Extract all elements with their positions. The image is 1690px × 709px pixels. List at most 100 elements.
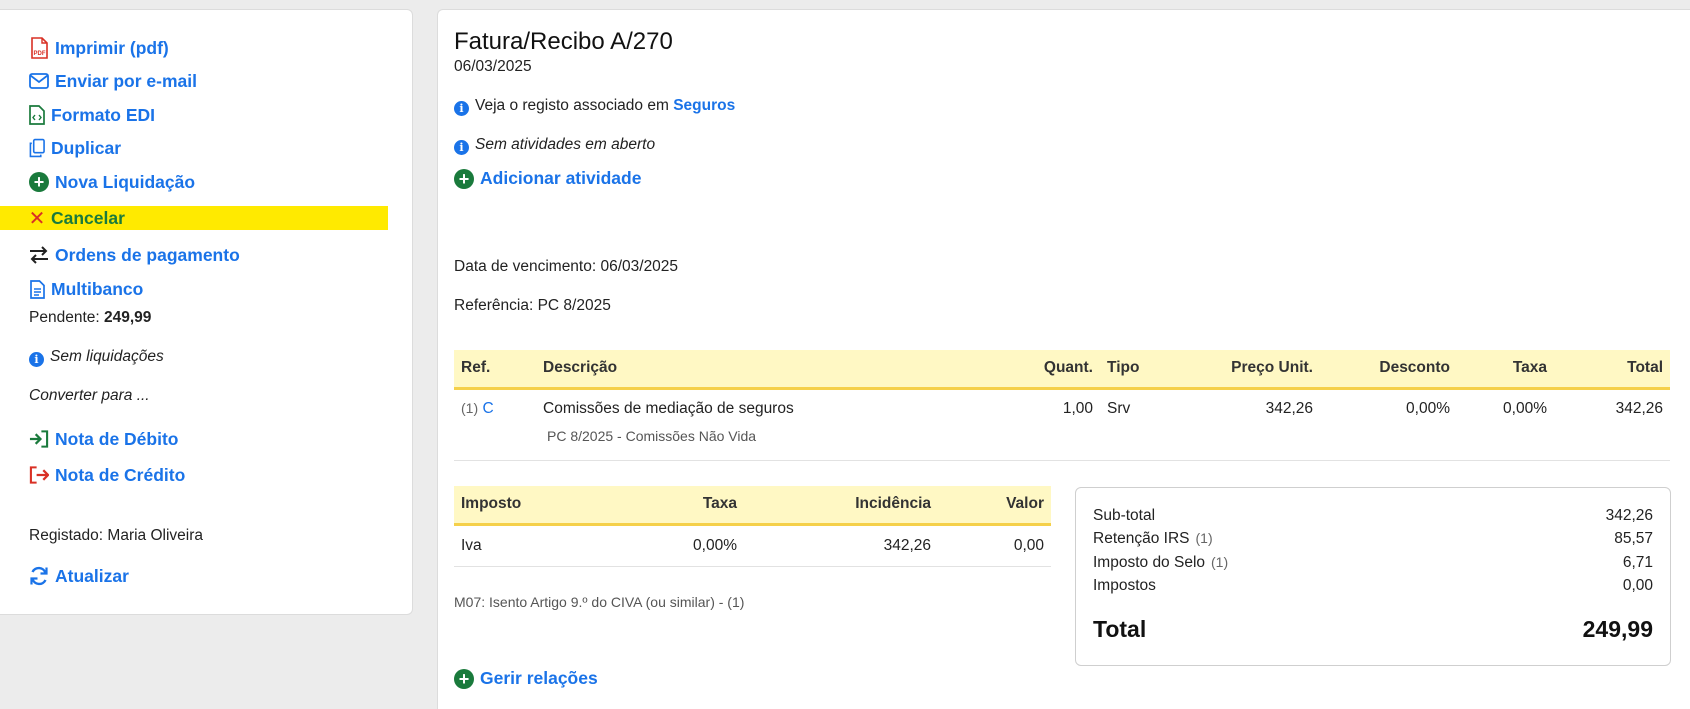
reference: Referência: PC 8/2025 (454, 297, 611, 314)
pdf-file-icon: PDF (29, 37, 49, 59)
tax-table: Imposto Taxa Incidência Valor Iva 0,00% … (454, 486, 1051, 567)
edi-format-label: Formato EDI (51, 104, 156, 125)
svg-text:PDF: PDF (34, 51, 46, 57)
no-settlements-note: i Sem liquidações (29, 348, 164, 367)
item-unit-price: 342,26 (1265, 399, 1313, 417)
duplicate-label: Duplicar (51, 137, 122, 158)
new-settlement-link[interactable]: + Nova Liquidação (29, 170, 195, 194)
no-activities-text: Sem atividades em aberto (475, 136, 656, 153)
debit-note-link[interactable]: Nota de Débito (29, 427, 178, 451)
col-discount: Desconto (1320, 350, 1457, 390)
due-date: Data de vencimento: 06/03/2025 (454, 258, 679, 275)
document-icon (29, 278, 45, 300)
cancel-link[interactable]: ✕ Cancelar (29, 206, 125, 230)
tax-exemption-note: M07: Isento Artigo 9.º do CIVA (ou simil… (454, 594, 745, 610)
plus-circle-icon: + (454, 168, 474, 189)
col-tax-base: Incidência (744, 486, 938, 526)
totals-box: Sub-total 342,26 Retenção IRS (1) 85,57 I… (1075, 487, 1671, 666)
document-date: 06/03/2025 (454, 58, 532, 75)
stamp-duty-row: Imposto do Selo (1) 6,71 (1093, 551, 1653, 575)
add-activity-link[interactable]: + Adicionar atividade (454, 168, 641, 189)
swap-arrows-icon (29, 244, 49, 266)
item-type: Srv (1107, 399, 1131, 417)
col-qty: Quant. (1016, 350, 1100, 390)
payment-orders-label: Ordens de pagamento (55, 244, 240, 265)
document-title: Fatura/Recibo A/270 (454, 28, 673, 55)
refresh-label: Atualizar (55, 565, 129, 586)
table-row: Iva 0,00% 342,26 0,00 (454, 524, 1051, 567)
tax-value: 0,00 (938, 524, 1051, 567)
col-tax-value: Valor (938, 486, 1051, 526)
irs-ref: (1) (1195, 530, 1213, 547)
item-description: Comissões de mediação de seguros (543, 399, 794, 417)
item-rate: 0,00% (1503, 399, 1547, 417)
col-total: Total (1554, 350, 1670, 390)
manage-relations-link[interactable]: + Gerir relações (454, 668, 598, 689)
print-pdf-link[interactable]: PDF Imprimir (pdf) (29, 36, 169, 60)
info-icon: i (454, 101, 469, 116)
col-unit-price: Preço Unit. (1190, 350, 1320, 390)
tax-name: Iva (454, 524, 624, 567)
sign-out-icon (29, 464, 49, 486)
refresh-link[interactable]: Atualizar (29, 564, 129, 588)
items-table: Ref. Descrição Quant. Tipo Preço Unit. D… (454, 350, 1670, 461)
credit-note-link[interactable]: Nota de Crédito (29, 463, 185, 487)
sign-in-icon (29, 428, 49, 450)
code-file-icon (29, 104, 45, 126)
plus-circle-icon: + (454, 668, 474, 689)
plus-circle-icon: + (29, 172, 49, 192)
multibanco-label: Multibanco (51, 278, 144, 299)
document-panel: Fatura/Recibo A/270 06/03/2025 i Veja o r… (437, 9, 1690, 709)
irs-row: Retenção IRS (1) 85,57 (1093, 528, 1653, 552)
new-settlement-label: Nova Liquidação (55, 171, 196, 192)
tax-base: 342,26 (744, 524, 938, 567)
tax-rate: 0,00% (624, 524, 744, 567)
item-ref: (1) C (454, 388, 536, 428)
table-row: (1) C Comissões de mediação de seguros 1… (454, 388, 1670, 428)
total-label: Total (1093, 616, 1147, 642)
envelope-icon (29, 70, 49, 92)
item-ref-link[interactable]: C (482, 400, 493, 417)
stamp-label: Imposto do Selo (1093, 553, 1206, 571)
subtotal-row: Sub-total 342,26 (1093, 504, 1653, 528)
taxes-label: Impostos (1093, 577, 1156, 595)
subtotal-value: 342,26 (1605, 506, 1653, 524)
item-subtext: PC 8/2025 - Comissões Não Vida (547, 428, 757, 444)
item-qty: 1,00 (1062, 399, 1093, 417)
info-icon: i (29, 352, 44, 367)
irs-value: 85,57 (1614, 530, 1653, 548)
cancel-label: Cancelar (51, 207, 125, 228)
col-description: Descrição (536, 350, 1016, 390)
manage-relations-label: Gerir relações (480, 668, 598, 688)
duplicate-link[interactable]: Duplicar (29, 136, 121, 160)
edi-format-link[interactable]: Formato EDI (29, 103, 155, 127)
irs-label: Retenção IRS (1093, 530, 1190, 548)
send-email-link[interactable]: Enviar por e-mail (29, 69, 197, 93)
stamp-value: 6,71 (1622, 553, 1653, 571)
subtotal-label: Sub-total (1093, 506, 1156, 524)
registered-by: Registado: Maria Oliveira (29, 527, 204, 544)
col-tax-rate: Taxa (624, 486, 744, 526)
payment-orders-link[interactable]: Ordens de pagamento (29, 243, 240, 267)
no-activities-note: i Sem atividades em aberto (454, 136, 655, 155)
pending-amount: Pendente: 249,99 (29, 309, 151, 327)
convert-to-label: Converter para ... (29, 387, 150, 404)
info-icon: i (454, 140, 469, 155)
seguros-link[interactable]: Seguros (673, 97, 735, 114)
stamp-ref: (1) (1211, 553, 1229, 570)
add-activity-label: Adicionar atividade (480, 168, 642, 188)
taxes-row: Impostos 0,00 (1093, 575, 1653, 599)
send-email-label: Enviar por e-mail (55, 70, 197, 91)
grand-total-row: Total 249,99 (1093, 616, 1653, 643)
multibanco-link[interactable]: Multibanco (29, 277, 143, 301)
no-settlements-text: Sem liquidações (50, 348, 164, 365)
pending-label: Pendente: (29, 309, 100, 326)
col-ref: Ref. (454, 350, 536, 390)
taxes-value: 0,00 (1622, 577, 1653, 595)
col-tax: Imposto (454, 486, 624, 526)
pending-value: 249,99 (104, 309, 152, 326)
copy-icon (29, 137, 45, 159)
print-pdf-label: Imprimir (pdf) (55, 37, 169, 58)
associated-record: i Veja o registo associado em Seguros (454, 97, 735, 116)
item-number: (1) (461, 399, 479, 416)
